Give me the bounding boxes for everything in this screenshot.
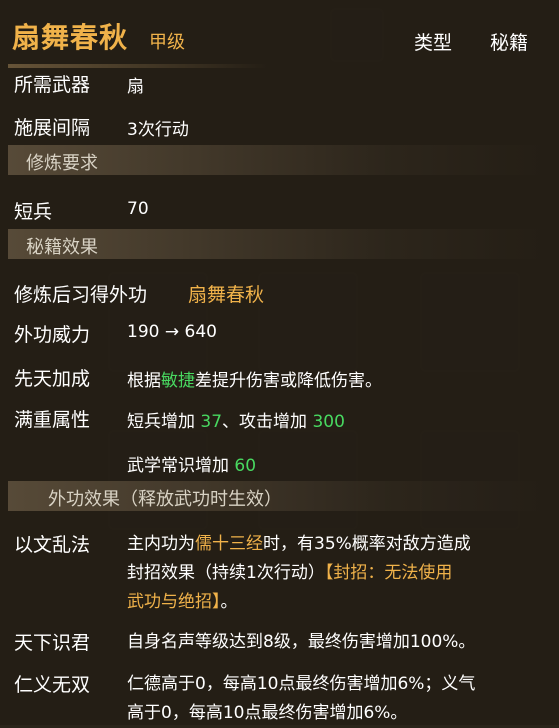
mastery-stat-1-value: 37 [200,412,223,432]
innate-bonus-text: 根据敏捷差提升伤害或降低伤害。 [127,366,382,391]
mastery-attr-text-2: 武学常识增加 60 [127,451,256,476]
type-label: 类型 [413,32,452,54]
effect-2-label: 天下识君 [14,632,91,654]
skill-power-value: 190 → 640 [127,322,217,342]
innate-bonus-label: 先天加成 [14,368,91,390]
requirements-header-text: 修炼要求 [26,153,98,174]
tooltip-header: 扇舞春秋 甲级 类型 秘籍 [12,10,552,56]
skill-name: 扇舞春秋 [12,21,129,54]
skill-grade: 甲级 [149,32,185,53]
effect-1-inner-skill: 儒十三经 [195,534,263,554]
effect-3-description: 仁德高于0，每高10点最终伤害增加6%；义气 高于0，每高10点最终伤害增加6%… [127,670,552,728]
effect-1-line-2-prefix: 封招效果（持续1次行动） [127,563,325,583]
effect-1-line-1: 主内功为儒十三经时，有35%概率对敌方造成 [127,530,552,559]
effect-1-seal-detail: 武功与绝招】 [127,592,221,612]
cast-interval-value: 3次行动 [127,120,189,140]
type-value: 秘籍 [489,32,528,54]
mastery-stat-3-text: 武学常识增加 [127,456,235,476]
effect-1-line-3: 武功与绝招】。 [127,588,552,617]
martial-effects-header-text: 外功效果（释放武功时生效） [48,489,282,510]
effect-1-label: 以文乱法 [14,534,91,556]
mastery-stat-3-value: 60 [234,456,257,476]
learned-skill-value: 扇舞春秋 [188,284,265,306]
learned-skill-label: 修炼后习得外功 [14,284,148,306]
header-divider [8,64,268,68]
mastery-attr-text: 短兵增加 37、攻击增加 300 [127,407,345,432]
innate-bonus-prefix: 根据 [127,371,161,391]
mastery-stat-2-text: 、攻击增加 [222,412,313,432]
innate-bonus-attribute: 敏捷 [161,371,195,391]
innate-bonus-suffix: 差提升伤害或降低伤害。 [195,371,382,391]
effect-1-seal-keyword: 【封招：无法使用 [324,563,453,583]
effect-3-label: 仁义无双 [14,674,91,696]
effect-1-line-1-prefix: 主内功为 [127,534,195,554]
requirement-label: 短兵 [14,201,53,223]
mastery-stat-2-value: 300 [312,412,345,432]
effect-1-line-3-suffix: 。 [220,592,238,612]
required-weapon-label: 所需武器 [14,74,91,96]
requirement-value: 70 [127,199,149,219]
effect-2-description: 自身名声等级达到8级，最终伤害增加100%。 [127,632,476,652]
skill-tooltip: 扇舞春秋 甲级 类型 秘籍 所需武器 扇 施展间隔 3次行动 修炼要求 短兵 7… [0,0,559,725]
effect-3-line-1: 仁德高于0，每高10点最终伤害增加6%；义气 [127,674,476,694]
effects-section-header: 秘籍效果 [8,229,548,259]
mastery-stat-1-text: 短兵增加 [127,412,201,432]
martial-effects-section-header: 外功效果（释放武功时生效） [8,481,548,511]
effect-3-line-2: 高于0，每高10点最终伤害增加6%。 [127,703,408,723]
effect-1-description: 主内功为儒十三经时，有35%概率对敌方造成 封招效果（持续1次行动）【封招：无法… [127,530,552,617]
effect-1-line-2: 封招效果（持续1次行动）【封招：无法使用 [127,559,552,588]
requirements-section-header: 修炼要求 [8,145,548,175]
cast-interval-label: 施展间隔 [14,117,91,139]
required-weapon-value: 扇 [127,77,144,97]
skill-power-label: 外功威力 [14,324,91,346]
effect-1-line-1-suffix: 时，有35%概率对敌方造成 [263,534,471,554]
effects-header-text: 秘籍效果 [26,237,98,258]
mastery-attr-label: 满重属性 [14,409,91,431]
